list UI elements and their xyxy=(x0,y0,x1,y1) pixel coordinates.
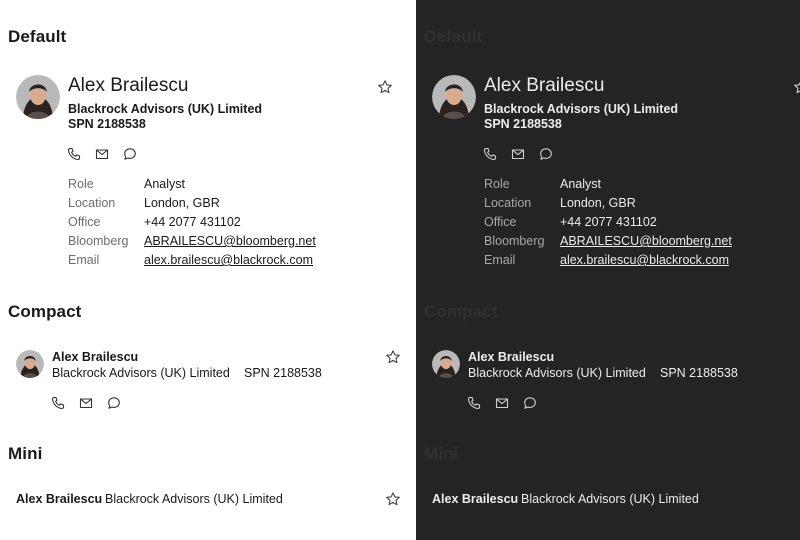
contact-firm: Blackrock Advisors (UK) Limited xyxy=(468,366,646,380)
detail-value-role: Analyst xyxy=(144,177,185,191)
detail-value-office: +44 2077 431102 xyxy=(560,215,657,229)
detail-label-office: Office xyxy=(68,215,101,229)
detail-value-location: London, GBR xyxy=(560,196,636,210)
star-icon[interactable] xyxy=(385,349,401,365)
detail-label-office: Office xyxy=(484,215,517,229)
detail-label-bloomberg: Bloomberg xyxy=(484,234,545,248)
bloomberg-link[interactable]: ABRAILESCU@bloomberg.net xyxy=(144,234,316,248)
contact-firm: Blackrock Advisors (UK) Limited xyxy=(484,102,679,116)
contact-spn: SPN 2188538 xyxy=(660,366,738,380)
section-title-mini: Mini xyxy=(424,444,459,463)
contact-firm: Blackrock Advisors (UK) Limited xyxy=(68,102,263,116)
dark-theme-panel: Default Alex Brailescu Blackrock Advisor… xyxy=(416,0,800,540)
phone-icon[interactable] xyxy=(67,147,81,161)
bloomberg-link[interactable]: ABRAILESCU@bloomberg.net xyxy=(560,234,732,248)
contact-name: Alex Brailescu xyxy=(484,75,605,96)
detail-label-location: Location xyxy=(68,196,116,210)
chat-icon[interactable] xyxy=(107,396,121,410)
contact-name: Alex Brailescu xyxy=(468,350,555,364)
mail-icon[interactable] xyxy=(495,396,509,410)
contact-spn: SPN 2188538 xyxy=(484,117,562,131)
contact-spn: SPN 2188538 xyxy=(68,117,146,131)
star-icon[interactable] xyxy=(385,491,401,507)
contact-spn: SPN 2188538 xyxy=(244,366,322,380)
chat-icon[interactable] xyxy=(123,147,137,161)
contact-name: Alex Brailescu xyxy=(68,75,189,96)
contact-firm: Blackrock Advisors (UK) Limited xyxy=(52,366,230,380)
mail-icon[interactable] xyxy=(95,147,109,161)
contact-name: Alex Brailescu xyxy=(16,492,103,506)
detail-label-bloomberg: Bloomberg xyxy=(68,234,129,248)
avatar xyxy=(16,75,60,119)
contact-name: Alex Brailescu xyxy=(52,350,139,364)
section-title-compact: Compact xyxy=(424,302,498,321)
chat-icon[interactable] xyxy=(539,147,553,161)
phone-icon[interactable] xyxy=(483,147,497,161)
email-link[interactable]: alex.brailescu@blackrock.com xyxy=(560,253,729,267)
detail-value-location: London, GBR xyxy=(144,196,220,210)
email-link[interactable]: alex.brailescu@blackrock.com xyxy=(144,253,313,267)
avatar xyxy=(16,350,44,378)
detail-label-email: Email xyxy=(484,253,516,267)
section-title-default: Default xyxy=(8,27,67,46)
detail-value-office: +44 2077 431102 xyxy=(144,215,241,229)
star-icon[interactable] xyxy=(793,79,800,95)
section-title-default: Default xyxy=(424,27,483,46)
phone-icon[interactable] xyxy=(467,396,481,410)
contact-firm: Blackrock Advisors (UK) Limited xyxy=(521,492,699,506)
detail-label-role: Role xyxy=(68,177,94,191)
section-title-compact: Compact xyxy=(8,302,82,321)
contact-name: Alex Brailescu xyxy=(432,492,519,506)
avatar xyxy=(432,75,476,119)
phone-icon[interactable] xyxy=(51,396,65,410)
star-icon[interactable] xyxy=(377,79,393,95)
section-title-mini: Mini xyxy=(8,444,43,463)
detail-label-role: Role xyxy=(484,177,510,191)
chat-icon[interactable] xyxy=(523,396,537,410)
avatar xyxy=(432,350,460,378)
mail-icon[interactable] xyxy=(511,147,525,161)
detail-label-email: Email xyxy=(68,253,100,267)
detail-value-role: Analyst xyxy=(560,177,601,191)
detail-label-location: Location xyxy=(484,196,532,210)
contact-firm: Blackrock Advisors (UK) Limited xyxy=(105,492,283,506)
mail-icon[interactable] xyxy=(79,396,93,410)
light-theme-panel: Default Alex Brailescu Blackrock Advisor… xyxy=(0,0,416,540)
